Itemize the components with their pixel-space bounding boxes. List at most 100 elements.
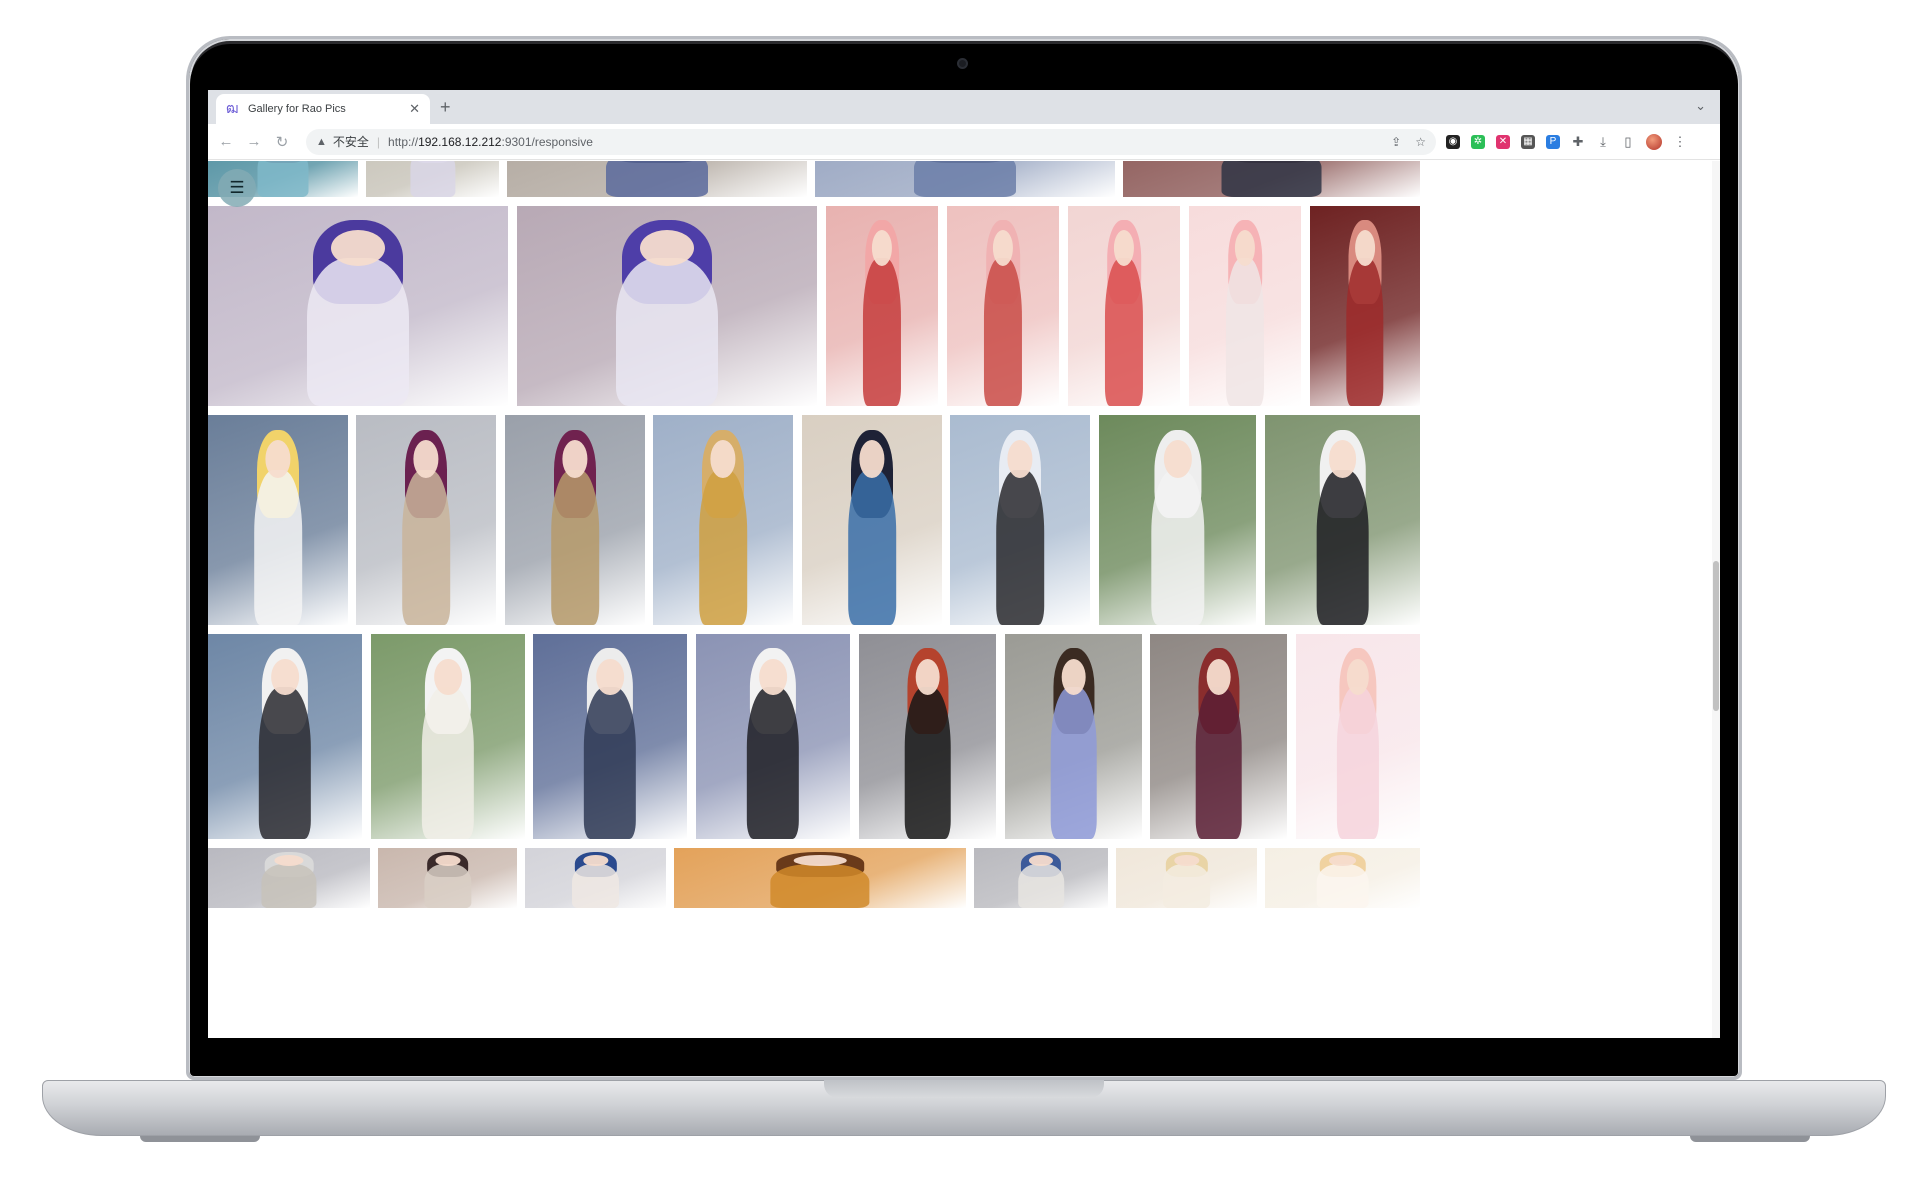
figure-head xyxy=(1328,855,1357,866)
star-icon[interactable]: ☆ xyxy=(1415,135,1426,149)
new-tab-button[interactable]: + xyxy=(440,97,451,118)
gallery-image[interactable] xyxy=(1068,206,1180,406)
close-icon[interactable]: ✕ xyxy=(409,101,420,117)
extension-qr-icon[interactable]: ▦ xyxy=(1521,134,1535,149)
figure-body xyxy=(1104,258,1144,406)
puzzle-icon[interactable]: ✚ xyxy=(1571,134,1585,149)
figure-body xyxy=(307,258,409,406)
figure-head xyxy=(1234,230,1256,266)
arrow-right-icon[interactable]: → xyxy=(240,133,268,150)
gallery-image[interactable] xyxy=(366,161,499,197)
figure-body xyxy=(1316,469,1369,625)
extension-blue-icon[interactable]: P xyxy=(1546,134,1560,149)
insecure-label[interactable]: 不安全 xyxy=(333,133,369,150)
figure-body xyxy=(1162,863,1211,908)
kebab-menu-icon[interactable]: ⋮ xyxy=(1673,134,1687,149)
scrollbar[interactable] xyxy=(1712,161,1720,1038)
url-text[interactable]: http://192.168.12.212:9301/responsive xyxy=(388,135,593,149)
gallery-image[interactable] xyxy=(208,848,370,908)
figure-body xyxy=(571,863,620,908)
gallery-image[interactable] xyxy=(507,161,807,197)
gallery-image[interactable] xyxy=(371,634,525,839)
figure-body xyxy=(862,258,902,406)
gallery-image[interactable] xyxy=(1150,634,1287,839)
avatar[interactable] xyxy=(1646,133,1662,150)
figure-body xyxy=(770,863,870,908)
figure-head xyxy=(596,658,624,696)
reload-icon[interactable]: ↻ xyxy=(268,133,296,151)
share-icon[interactable]: ⇪ xyxy=(1391,135,1401,149)
gallery-image[interactable] xyxy=(950,415,1090,625)
figure-head xyxy=(1007,440,1033,478)
gallery-image[interactable] xyxy=(378,848,517,908)
figure-body xyxy=(904,687,951,839)
gallery-image[interactable] xyxy=(1296,634,1420,839)
gallery-image[interactable] xyxy=(1310,206,1420,406)
gallery-image[interactable] xyxy=(1123,161,1420,197)
gallery-image[interactable] xyxy=(208,634,362,839)
download-icon[interactable]: ⤓ xyxy=(1596,134,1610,149)
gallery-image[interactable] xyxy=(859,634,996,839)
gallery-image[interactable] xyxy=(525,848,666,908)
figure-body xyxy=(1018,863,1064,908)
figure-head xyxy=(710,440,736,478)
gallery-image[interactable] xyxy=(517,206,817,406)
figure-body xyxy=(1150,469,1205,625)
camera-icon xyxy=(957,58,968,69)
sliders-icon[interactable]: ☰ xyxy=(218,169,256,207)
figure-head xyxy=(434,855,461,866)
gallery-image[interactable] xyxy=(356,415,496,625)
figure-head xyxy=(265,440,291,478)
figure-head xyxy=(1346,658,1370,696)
gallery-image[interactable] xyxy=(947,206,1059,406)
figure-head xyxy=(413,440,439,478)
figure-head xyxy=(331,230,385,266)
figure-body xyxy=(699,469,747,625)
gallery-image[interactable] xyxy=(208,415,348,625)
gallery-image[interactable] xyxy=(674,848,966,908)
figure-head xyxy=(1355,230,1375,266)
gallery-image[interactable] xyxy=(1099,415,1256,625)
extension-pink-icon[interactable]: ✕ xyxy=(1496,134,1510,149)
gallery-image[interactable] xyxy=(802,415,942,625)
gallery-image[interactable] xyxy=(1116,848,1257,908)
gallery-image[interactable] xyxy=(815,161,1115,197)
figure-body xyxy=(258,687,312,839)
extension-ghost-icon[interactable]: ◉ xyxy=(1446,134,1460,149)
scrollbar-thumb[interactable] xyxy=(1713,561,1719,711)
figure-body xyxy=(1195,687,1242,839)
gallery-image[interactable] xyxy=(653,415,793,625)
extensions-bar: ◉ ✲ ✕ ▦ P ✚ ⤓ ▯ ⋮ xyxy=(1446,133,1687,150)
gallery-image[interactable] xyxy=(1265,848,1420,908)
chevron-down-icon[interactable]: ⌄ xyxy=(1695,98,1706,114)
gallery-image[interactable] xyxy=(826,206,938,406)
url-path: :9301/responsive xyxy=(501,134,593,149)
gallery-image[interactable] xyxy=(1005,634,1142,839)
address-bar[interactable]: ▲ 不安全 | http://192.168.12.212:9301/respo… xyxy=(306,128,1436,155)
gallery-image[interactable] xyxy=(696,634,850,839)
figure-head xyxy=(1163,440,1192,478)
figure-head xyxy=(1028,855,1054,866)
figure-body xyxy=(914,161,1016,197)
figure-head xyxy=(871,230,893,266)
gallery-image[interactable] xyxy=(505,415,645,625)
figure-body xyxy=(1336,687,1380,839)
gallery-image[interactable] xyxy=(1189,206,1301,406)
gallery-image[interactable] xyxy=(533,634,687,839)
browser-toolbar: ← → ↻ ▲ 不安全 | http://192.168.12.212:9301… xyxy=(208,124,1720,160)
warning-triangle-icon[interactable]: ▲ xyxy=(316,136,327,148)
figure-body xyxy=(1346,258,1384,406)
sidepanel-icon[interactable]: ▯ xyxy=(1621,134,1635,149)
figure-body xyxy=(848,469,896,625)
figure-body xyxy=(423,863,472,908)
arrow-left-icon[interactable]: ← xyxy=(212,133,240,150)
figure-body xyxy=(421,687,475,839)
laptop-notch xyxy=(824,1080,1104,1098)
laptop-foot xyxy=(140,1136,260,1142)
gallery-image[interactable] xyxy=(974,848,1108,908)
gallery-image[interactable] xyxy=(1265,415,1420,625)
gallery-grid: ☰ xyxy=(208,161,1720,1038)
tab-gallery[interactable]: ฒ Gallery for Rao Pics ✕ xyxy=(216,94,430,124)
gallery-image[interactable] xyxy=(208,206,508,406)
extension-green-icon[interactable]: ✲ xyxy=(1471,134,1485,149)
